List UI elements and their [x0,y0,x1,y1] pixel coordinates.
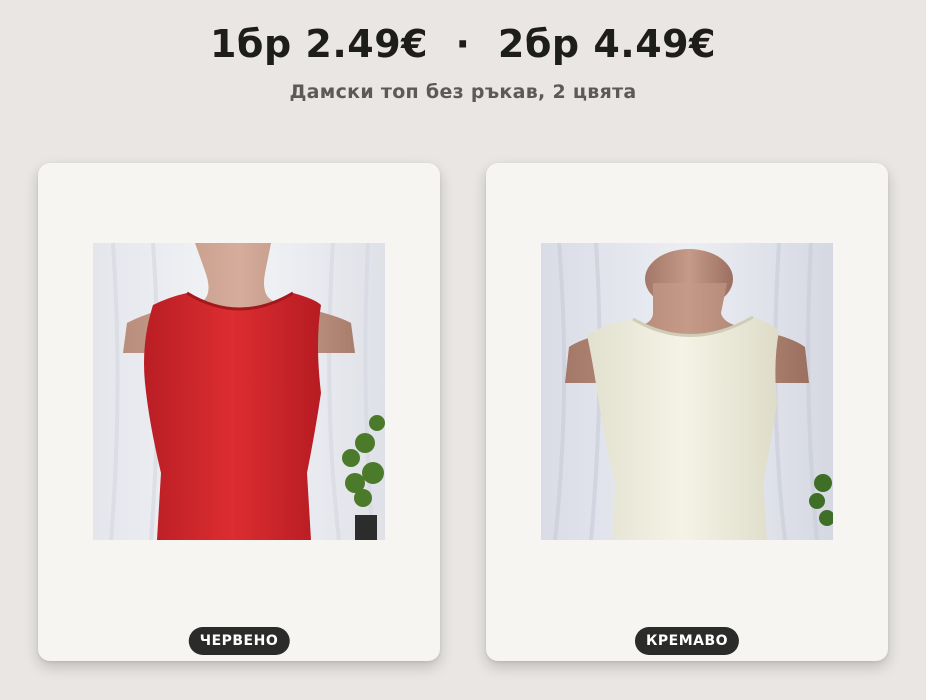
product-card-cream[interactable]: КРЕМАВО [486,163,888,661]
cream-tank-top-photo[interactable] [541,243,833,540]
product-subtitle: Дамски топ без ръкав, 2 цвята [289,81,637,103]
product-card-red[interactable]: ЧЕРВЕНО [38,163,440,661]
color-badge-cream: КРЕМАВО [634,627,740,655]
color-badge-red: ЧЕРВЕНО [188,627,290,655]
red-tank-top-photo[interactable] [93,243,385,540]
price-title: 1бр 2.49€ · 2бр 4.49€ [209,22,717,66]
